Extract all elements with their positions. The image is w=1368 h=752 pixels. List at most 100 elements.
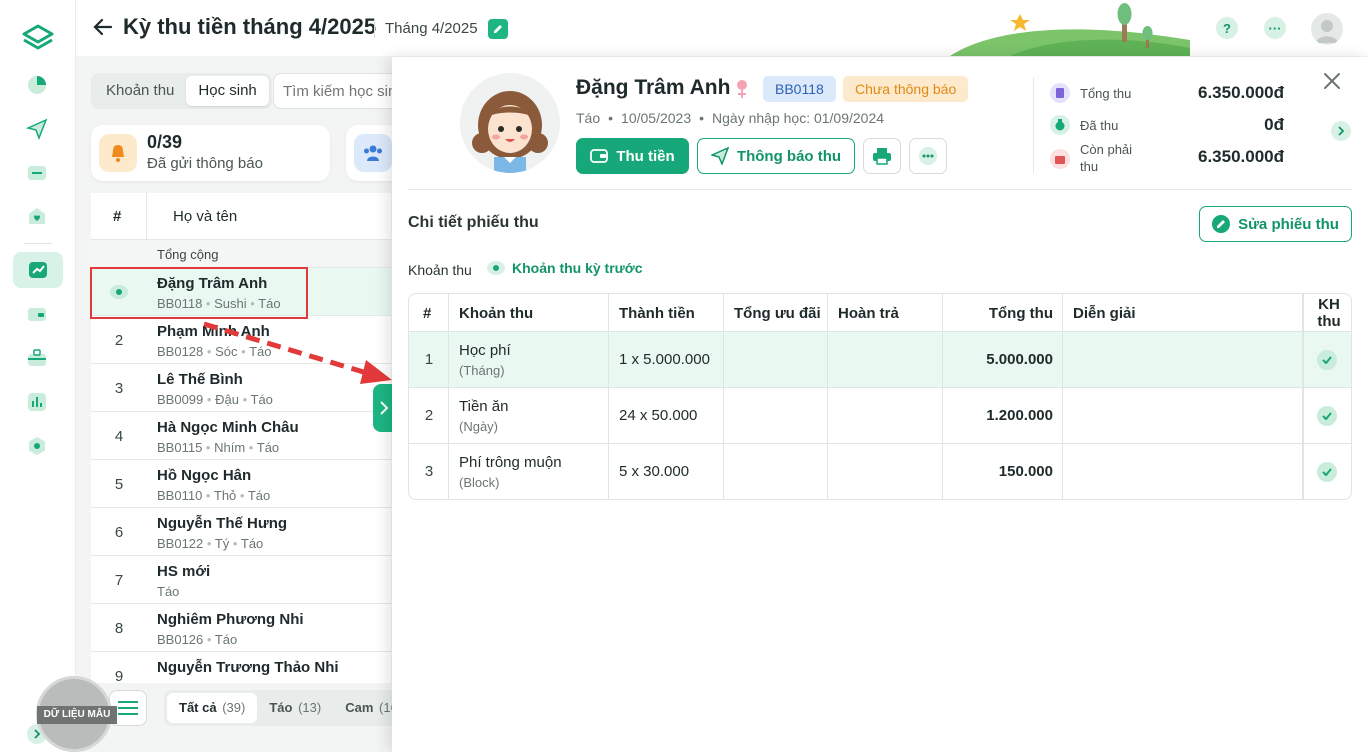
report-icon[interactable] bbox=[24, 389, 50, 415]
search-input[interactable] bbox=[273, 73, 403, 109]
table-header: # Họ và tên bbox=[91, 193, 391, 240]
fee-total: 1.200.000 bbox=[986, 407, 1053, 424]
total-row: Tổng cộng bbox=[91, 240, 391, 268]
collect-payment-button[interactable]: Thu tiền bbox=[576, 138, 689, 174]
fee-row[interactable]: 1 Học phí (Tháng) 1 x 5.000.000 5.000.000 bbox=[409, 332, 1351, 388]
wallet-icon[interactable] bbox=[24, 301, 50, 327]
fee-total: 5.000.000 bbox=[986, 351, 1053, 368]
pointer-arrow bbox=[203, 321, 392, 384]
tab-hoc-sinh[interactable]: Học sinh bbox=[186, 76, 269, 106]
student-meta: BB0118 • Sushi • Táo bbox=[157, 296, 281, 311]
users-icon bbox=[354, 134, 392, 172]
send-icon[interactable] bbox=[24, 116, 50, 142]
briefcase-icon[interactable] bbox=[24, 345, 50, 371]
fee-number: 1 bbox=[424, 351, 434, 368]
table-row[interactable]: Đặng Trâm Anh BB0118 • Sushi • Táo bbox=[91, 268, 391, 316]
bell-icon bbox=[99, 134, 137, 172]
row-number: 4 bbox=[114, 427, 124, 445]
student-meta: BB0126 • Táo bbox=[157, 632, 238, 647]
row-number: 7 bbox=[114, 571, 124, 589]
user-avatar[interactable] bbox=[1311, 13, 1343, 45]
student-name: HS mới bbox=[157, 563, 211, 580]
row-number: 3 bbox=[114, 379, 124, 397]
next-student-icon[interactable] bbox=[1331, 121, 1351, 141]
table-row[interactable]: 7 HS mới Táo bbox=[91, 556, 391, 604]
summary-divider bbox=[1033, 77, 1034, 173]
edit-receipt-button[interactable]: Sửa phiếu thu bbox=[1199, 206, 1352, 242]
dashboard-icon[interactable] bbox=[24, 72, 50, 98]
student-meta: BB0122 • Tý • Táo bbox=[157, 536, 264, 551]
total-icon bbox=[1050, 83, 1070, 103]
table-row[interactable]: 9 Nguyễn Trương Thảo Nhi bbox=[91, 652, 391, 683]
tab-khoan-thu[interactable]: Khoản thu bbox=[94, 76, 186, 106]
summary-paid: Đã thu 0đ bbox=[1050, 111, 1290, 139]
back-arrow-icon[interactable] bbox=[92, 16, 114, 38]
more-apps-icon[interactable]: ··· bbox=[1264, 17, 1286, 39]
fee-item-unit: (Tháng) bbox=[459, 363, 505, 378]
student-meta: BB0099 • Đậu • Táo bbox=[157, 392, 273, 407]
health-icon[interactable] bbox=[24, 203, 50, 229]
student-meta: BB0115 • Nhím • Táo bbox=[157, 440, 280, 455]
app-logo-icon[interactable] bbox=[20, 22, 56, 54]
student-table: # Họ và tên Tổng cộng Đặng Trâm Anh BB011… bbox=[91, 193, 391, 683]
receipt-detail-panel: Đặng Trâm Anh BB0118 Chưa thông báo Táo •… bbox=[392, 57, 1368, 752]
col-name: Họ và tên bbox=[173, 208, 238, 225]
help-icon[interactable]: ? bbox=[1216, 17, 1238, 39]
fee-amount: 5 x 30.000 bbox=[619, 463, 690, 480]
check-icon[interactable] bbox=[1317, 406, 1337, 426]
fee-row[interactable]: 2 Tiền ăn (Ngày) 24 x 50.000 1.200.000 bbox=[409, 388, 1351, 444]
row-number: 6 bbox=[114, 523, 124, 541]
stat-value: 0/39 bbox=[147, 132, 183, 152]
panel-divider bbox=[408, 189, 1352, 190]
student-code-badge: BB0118 bbox=[763, 76, 836, 102]
fee-item-name: Tiền ăn bbox=[459, 398, 509, 415]
section-title: Chi tiết phiếu thu bbox=[408, 214, 539, 231]
edit-title-icon[interactable] bbox=[488, 19, 508, 39]
fee-table-header: # Khoản thu Thành tiền Tổng ưu đãi Hoàn … bbox=[409, 294, 1351, 332]
table-row[interactable]: 4 Hà Ngọc Minh Châu BB0115 • Nhím • Táo bbox=[91, 412, 391, 460]
send-notice-button[interactable]: Thông báo thu bbox=[697, 138, 855, 174]
row-number: 5 bbox=[114, 475, 124, 493]
summary-remaining: Còn phải thu 6.350.000đ bbox=[1050, 141, 1290, 177]
print-button[interactable] bbox=[863, 138, 901, 174]
rail-divider bbox=[24, 243, 52, 244]
fee-number: 2 bbox=[424, 407, 434, 424]
student-avatar bbox=[460, 73, 560, 173]
title-divider bbox=[374, 18, 375, 38]
send-icon bbox=[710, 147, 729, 165]
row-number: 2 bbox=[114, 331, 124, 349]
table-row[interactable]: 6 Nguyễn Thế Hưng BB0122 • Tý • Táo bbox=[91, 508, 391, 556]
settings-icon[interactable] bbox=[24, 433, 50, 459]
close-icon[interactable] bbox=[1322, 71, 1342, 91]
money-bag-icon bbox=[1050, 115, 1070, 135]
finance-icon[interactable] bbox=[13, 252, 63, 288]
more-icon bbox=[919, 147, 937, 165]
table-row[interactable]: 5 Hồ Ngọc Hân BB0110 • Thỏ • Táo bbox=[91, 460, 391, 508]
row-number: 8 bbox=[114, 619, 124, 637]
nav-rail bbox=[0, 0, 76, 752]
female-icon bbox=[737, 80, 747, 98]
check-icon[interactable] bbox=[1317, 462, 1337, 482]
fee-item-unit: (Block) bbox=[459, 475, 500, 490]
filter-all[interactable]: Tất cả (39) bbox=[167, 693, 258, 723]
more-options-button[interactable] bbox=[909, 138, 947, 174]
folder-icon[interactable] bbox=[24, 159, 50, 185]
fee-table: # Khoản thu Thành tiền Tổng ưu đãi Hoàn … bbox=[408, 293, 1352, 500]
student-meta: Táo bbox=[157, 584, 180, 599]
fee-amount: 24 x 50.000 bbox=[619, 407, 698, 424]
printer-icon bbox=[873, 148, 891, 165]
previous-period-link[interactable]: Khoản thu kỳ trước bbox=[486, 260, 643, 276]
filter-tao[interactable]: Táo (13) bbox=[257, 693, 333, 723]
check-icon[interactable] bbox=[1317, 350, 1337, 370]
fee-row[interactable]: 3 Phí trông muộn (Block) 5 x 30.000 150.000 bbox=[409, 444, 1351, 499]
summary-total: Tổng thu 6.350.000đ bbox=[1050, 79, 1290, 107]
col-num: # bbox=[113, 208, 122, 225]
page-title: Kỳ thu tiền tháng 4/2025 bbox=[123, 14, 377, 39]
fee-number: 3 bbox=[424, 463, 434, 480]
view-tabs: Khoản thu Học sinh bbox=[91, 73, 272, 109]
student-name: Hồ Ngọc Hân bbox=[157, 467, 252, 484]
table-row[interactable]: 8 Nghiêm Phương Nhi BB0126 • Táo bbox=[91, 604, 391, 652]
class-filter-tabs: Tất cả (39) Táo (13) Cam (16 bbox=[164, 690, 404, 726]
student-name: Nguyễn Thế Hưng bbox=[157, 515, 288, 532]
sample-data-watermark: DỮ LIỆU MẪU bbox=[36, 676, 117, 752]
